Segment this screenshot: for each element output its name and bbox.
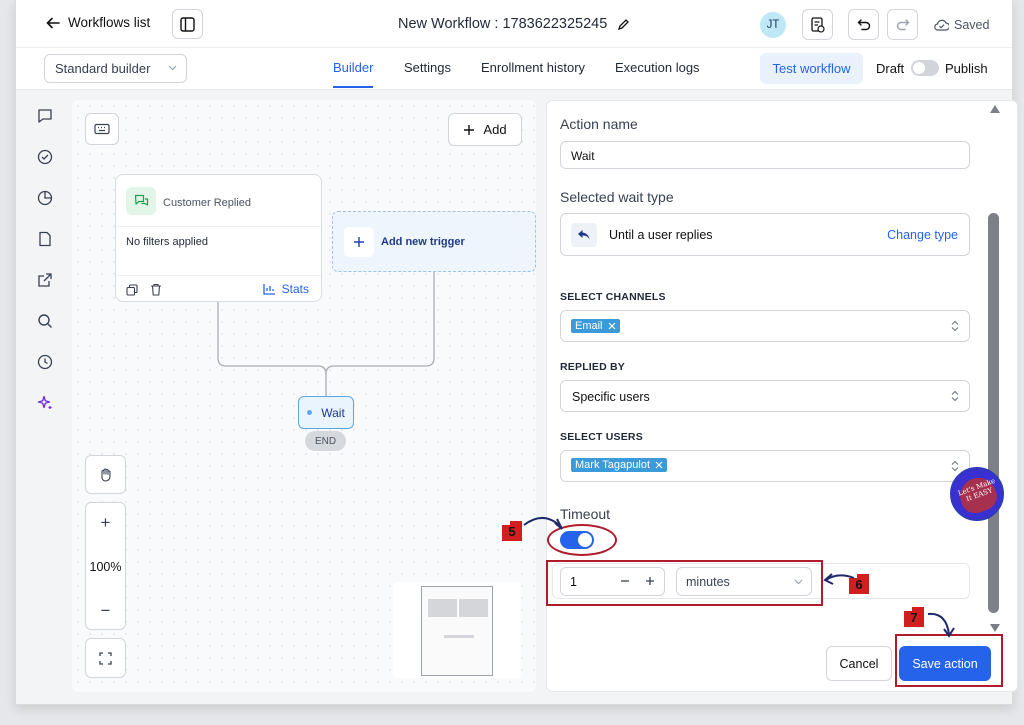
app-window: Workflows list New Workflow : 1783622325… [15, 0, 1018, 705]
annotation-arrows [523, 517, 955, 638]
watermark-badge: Let's Make It EASY [950, 467, 1004, 521]
